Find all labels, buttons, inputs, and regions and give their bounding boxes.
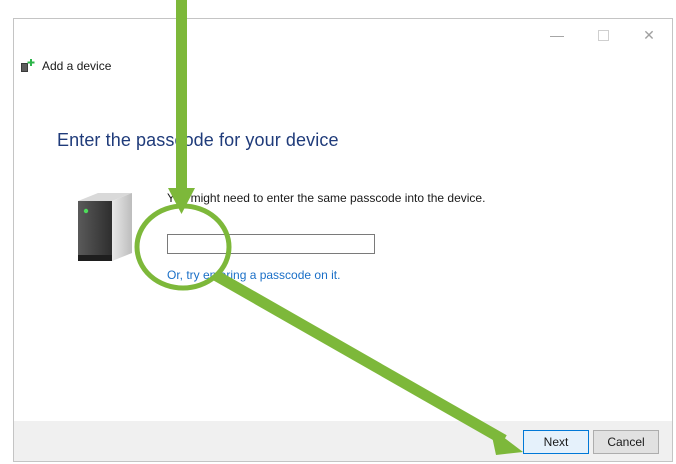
dialog-footer: Next Cancel [14, 421, 672, 461]
passcode-input[interactable] [167, 234, 375, 254]
page-heading: Enter the passcode for your device [57, 130, 339, 150]
add-device-icon [20, 59, 36, 73]
cancel-button[interactable]: Cancel [593, 430, 659, 454]
close-button[interactable]: ✕ [626, 19, 672, 51]
add-device-dialog: — ✕ Add a device Enter the passcode for … [13, 18, 673, 462]
title-bar[interactable]: — ✕ [14, 19, 672, 51]
dialog-title-text: Add a device [42, 59, 112, 73]
dialog-title: Add a device [20, 59, 111, 73]
maximize-button[interactable] [580, 19, 626, 51]
next-button[interactable]: Next [523, 430, 589, 454]
instruction-text: You might need to enter the same passcod… [167, 191, 486, 205]
device-image [74, 189, 134, 270]
maximize-icon [597, 29, 609, 41]
minimize-button[interactable]: — [534, 19, 580, 51]
minimize-icon: — [550, 27, 564, 43]
close-icon: ✕ [643, 26, 655, 43]
alternate-passcode-link[interactable]: Or, try entering a passcode on it. [167, 268, 340, 282]
